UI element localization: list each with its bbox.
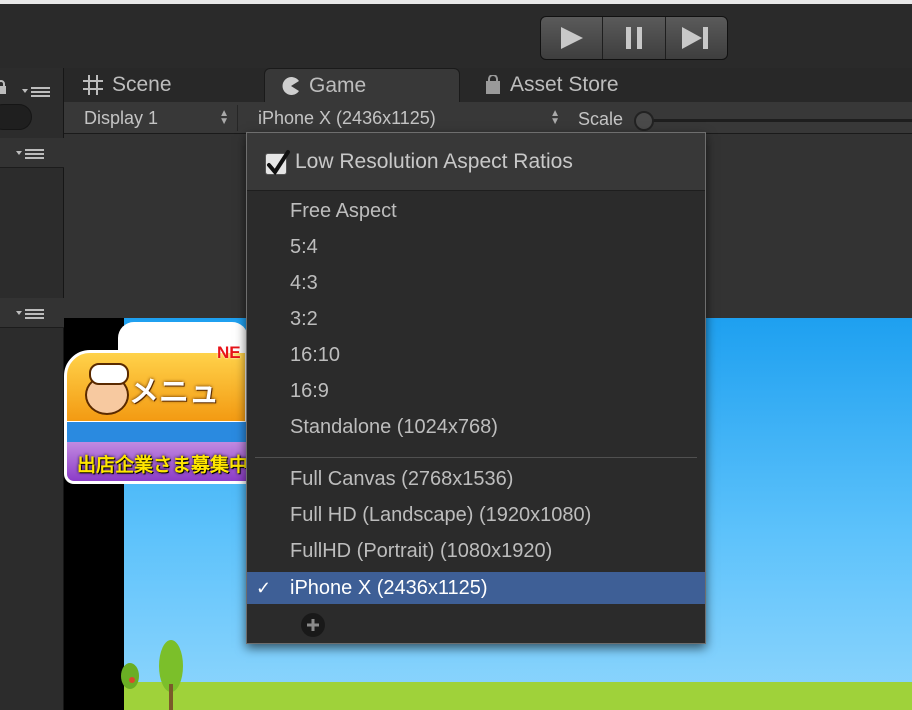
aspect-option[interactable]: 16:9 [247,375,705,407]
recruit-button-label: 出店企業さま募集中 [77,455,249,476]
menu-divider-bar [64,422,248,444]
low-res-label: Low Resolution Aspect Ratios [295,150,573,173]
tab-game-label: Game [309,73,367,97]
play-icon [560,27,583,49]
panel-header [0,298,64,328]
custom-resolution-label: iPhone X (2436x1125) [290,576,488,599]
custom-resolution-label: Full Canvas (2768x1536) [290,467,514,490]
add-resolution-button[interactable] [301,613,325,637]
hierarchy-panel [0,68,64,710]
new-badge: NE [217,343,241,362]
panel-header [0,138,64,168]
custom-resolution-option[interactable]: FullHD (Portrait) (1080x1920) [247,535,705,567]
tab-asset-store-label: Asset Store [510,73,619,96]
step-button[interactable] [666,17,727,59]
select-arrows-icon: ▲ ▼ [550,108,560,127]
scale-slider-handle[interactable] [634,111,654,131]
tab-game[interactable]: Game [264,68,460,102]
step-icon [682,27,709,49]
grid-icon [82,74,104,96]
bush-icon [121,663,139,689]
panel-menu-icon[interactable] [16,148,46,160]
display-select[interactable]: Display 1 ▲ ▼ [74,105,238,131]
search-input[interactable] [0,104,32,130]
select-arrows-icon: ▲ ▼ [219,108,229,127]
aspect-option-label: Standalone (1024x768) [290,415,498,438]
play-button[interactable] [541,17,604,59]
custom-resolution-label: Full HD (Landscape) (1920x1080) [290,503,592,526]
resolution-dropdown: Low Resolution Aspect Ratios Free Aspect… [246,132,706,644]
menu-banner[interactable]: メニュー NE 出店企業さま募集中 [64,322,248,484]
aspect-option[interactable]: 5:4 [247,231,705,263]
selected-check-icon: ✓ [256,578,272,598]
recruit-button[interactable]: 出店企業さま募集中 [64,442,248,484]
pause-icon [625,27,642,49]
scale-label: Scale [578,109,624,129]
dropdown-separator [255,457,697,458]
game-grass [64,682,912,710]
main-toolbar [0,4,912,68]
aspect-option-label: 16:10 [290,343,341,366]
low-res-toggle[interactable]: Low Resolution Aspect Ratios [247,133,705,191]
aspect-option-label: 4:3 [290,271,318,294]
editor-tab-row: Scene Game Asset Store [0,68,912,102]
aspect-option-label: 16:9 [290,379,329,402]
panel-menu-icon[interactable] [22,86,52,98]
tab-scene[interactable]: Scene [80,68,172,102]
custom-resolution-option[interactable]: Full Canvas (2768x1536) [247,463,705,495]
aspect-option[interactable]: 3:2 [247,303,705,335]
aspect-option-label: 5:4 [290,235,318,258]
aspect-option-label: 3:2 [290,307,318,330]
checkmark-icon [267,150,290,176]
display-select-label: Display 1 [84,107,159,128]
tab-asset-store[interactable]: Asset Store [484,68,619,102]
custom-resolution-option[interactable]: Full HD (Landscape) (1920x1080) [247,499,705,531]
playback-controls [540,16,728,60]
store-bag-icon [484,75,502,95]
aspect-option[interactable]: 4:3 [247,267,705,299]
aspect-option[interactable]: 16:10 [247,339,705,371]
game-pacman-icon [281,76,301,96]
low-res-checkbox[interactable] [265,150,290,176]
custom-resolution-label: FullHD (Portrait) (1080x1920) [290,539,553,562]
pause-button[interactable] [603,17,666,59]
aspect-option-label: Free Aspect [290,199,397,222]
game-view-toolbar: Display 1 ▲ ▼ iPhone X (2436x1125) ▲ ▼ Sca… [64,102,912,134]
tab-scene-label: Scene [112,73,172,96]
aspect-option[interactable]: Standalone (1024x768) [247,411,705,443]
aspect-option[interactable]: Free Aspect [247,195,705,227]
resolution-select-label: iPhone X (2436x1125) [258,107,436,128]
resolution-select[interactable]: iPhone X (2436x1125) ▲ ▼ [248,105,568,131]
custom-resolution-option-selected[interactable]: ✓ iPhone X (2436x1125) [247,572,705,604]
menu-button[interactable]: メニュー NE [64,343,248,453]
plus-icon [307,619,319,631]
panel-menu-icon[interactable] [16,308,46,320]
lock-icon[interactable] [0,80,8,99]
scale-slider[interactable] [642,119,912,122]
tree-icon [159,640,183,710]
chef-character-icon [85,363,129,415]
